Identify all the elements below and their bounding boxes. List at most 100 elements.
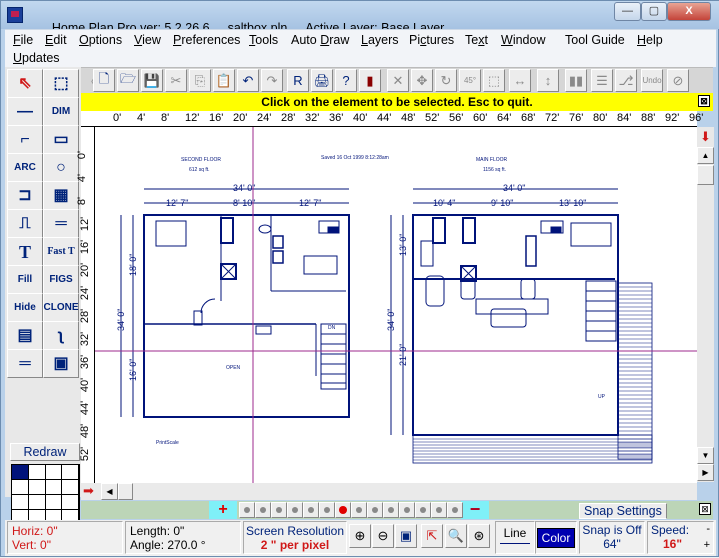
tool-clone-button[interactable]: CLONE xyxy=(43,293,79,322)
help-button[interactable]: ? xyxy=(335,69,357,92)
menu-file[interactable]: File xyxy=(13,33,33,47)
hscroll-thumb[interactable] xyxy=(118,483,133,500)
layer-cell[interactable] xyxy=(45,465,63,480)
snap-settings-button[interactable]: Snap Settings xyxy=(579,503,667,519)
menu-options[interactable]: Options xyxy=(79,33,122,47)
maximize-button[interactable]: ▢ xyxy=(641,2,667,21)
zoom-level-button[interactable] xyxy=(399,502,415,518)
lines-button[interactable]: ☰ xyxy=(591,69,613,92)
tool-circle-button[interactable]: ○ xyxy=(43,153,79,182)
zoom-extent-icon[interactable]: ⊛ xyxy=(468,524,490,548)
zoom-magnify-icon[interactable]: 🔍 xyxy=(445,524,467,548)
tool-picture-button[interactable]: ▤ xyxy=(7,321,43,350)
speed-plus-button[interactable]: + xyxy=(704,538,710,552)
menu-tool-guide[interactable]: Tool Guide xyxy=(565,33,625,47)
rotate-button[interactable]: ↻ xyxy=(435,69,457,92)
tool-window-button[interactable]: ═ xyxy=(43,209,79,238)
zoom-level-button[interactable] xyxy=(271,502,287,518)
redo-button[interactable]: ↷ xyxy=(261,69,283,92)
zoom-level-button[interactable] xyxy=(319,502,335,518)
layer-cell[interactable] xyxy=(28,480,46,495)
undo-button[interactable]: ↶ xyxy=(237,69,259,92)
tool-arc-button[interactable]: ARC xyxy=(7,153,43,182)
tool-rectangle-button[interactable]: ▭ xyxy=(43,125,79,154)
tool-double-rect-button[interactable]: ▣ xyxy=(43,349,79,378)
vertical-scrollbar[interactable]: ⬇ ▲ ▼ ▶ xyxy=(697,127,714,482)
tool-line-button[interactable]: — xyxy=(7,97,43,126)
tool-fill-button[interactable]: Fill xyxy=(7,265,43,294)
menu-tools[interactable]: Tools xyxy=(249,33,278,47)
save-button[interactable]: 💾 xyxy=(141,69,163,92)
zoombar-close-icon[interactable]: ⊠ xyxy=(699,503,711,515)
line-style-button[interactable]: Line xyxy=(495,521,535,554)
layer-cell[interactable] xyxy=(12,480,29,495)
group-button[interactable]: ⎇ xyxy=(615,69,637,92)
horizontal-scrollbar[interactable]: ➡ ◀ xyxy=(81,483,697,500)
zoom-in-icon[interactable]: ⊕ xyxy=(349,524,371,548)
menu-edit[interactable]: Edit xyxy=(45,33,67,47)
zoom-out-minus-button[interactable]: − xyxy=(461,500,489,519)
tool-fast-text-button[interactable]: Fast T xyxy=(43,237,79,266)
zoom-level-button[interactable] xyxy=(415,502,431,518)
delete-button[interactable]: ✕ xyxy=(387,69,409,92)
zoom-level-button[interactable] xyxy=(335,502,351,518)
menu-view[interactable]: View xyxy=(134,33,161,47)
zoom-level-button[interactable] xyxy=(383,502,399,518)
layer-cell[interactable] xyxy=(45,480,63,495)
tool-select-arrow-button[interactable]: ⇖ xyxy=(7,69,43,98)
zoom-level-button[interactable] xyxy=(351,502,367,518)
layer-cell[interactable] xyxy=(12,495,29,510)
flip-horizontal-button[interactable]: ↔ xyxy=(509,69,531,92)
tool-hide-button[interactable]: Hide xyxy=(7,293,43,322)
drawing-canvas[interactable]: SECOND FLOOR 612 sq ft. Saved 16 Oct 199… xyxy=(81,111,697,483)
menu-preferences[interactable]: Preferences xyxy=(173,33,240,47)
zoom-level-button[interactable] xyxy=(239,502,255,518)
menu-help[interactable]: Help xyxy=(637,33,663,47)
layer-cell[interactable] xyxy=(62,465,79,480)
undo-delete-button[interactable]: Undo xyxy=(641,69,663,92)
copy-button[interactable]: ⎘ xyxy=(189,69,211,92)
fill-button[interactable]: ▮▮ xyxy=(565,69,587,92)
resize-button[interactable]: ⬚ xyxy=(483,69,505,92)
no-select-button[interactable]: ⊘ xyxy=(667,69,689,92)
snap-status[interactable]: Snap is Off 64" xyxy=(579,521,645,554)
menu-updates[interactable]: Updates xyxy=(13,51,60,65)
scroll-up-button[interactable]: ▲ xyxy=(697,147,714,164)
color-button[interactable]: Color xyxy=(536,527,576,548)
flip-vertical-button[interactable]: ↕ xyxy=(537,69,559,92)
open-folder-button[interactable]: 🗁 xyxy=(117,69,139,92)
speed-minus-button[interactable]: - xyxy=(706,522,710,536)
move-button[interactable]: ✥ xyxy=(411,69,433,92)
menu-layers[interactable]: Layers xyxy=(361,33,399,47)
layer-cell[interactable] xyxy=(62,480,79,495)
layer-grid[interactable] xyxy=(11,464,80,526)
red-right-arrow-icon[interactable]: ➡ xyxy=(83,483,94,499)
layer-cell[interactable] xyxy=(28,465,46,480)
new-file-button[interactable]: 🗋 xyxy=(93,69,115,92)
close-button[interactable]: X xyxy=(667,2,711,21)
rotate-45-button[interactable]: 45° xyxy=(459,69,481,92)
door-button[interactable]: ▮ xyxy=(359,69,381,92)
tool-room-button[interactable]: ⌐ xyxy=(7,125,43,154)
minimize-button[interactable]: — xyxy=(614,2,641,21)
zoom-level-button[interactable] xyxy=(287,502,303,518)
red-down-arrow-icon[interactable]: ⬇ xyxy=(700,129,711,145)
tool-cabinet-button[interactable]: ▦ xyxy=(43,181,79,210)
menu-text[interactable]: Text xyxy=(465,33,488,47)
menu-pictures[interactable]: Pictures xyxy=(409,33,454,47)
zoom-arrow-icon[interactable]: ⇱ xyxy=(421,524,443,548)
prompt-close-icon[interactable]: ⊠ xyxy=(698,95,710,107)
tool-freehand-button[interactable]: ʅ xyxy=(43,321,79,350)
zoom-level-button[interactable] xyxy=(431,502,447,518)
scroll-right-button[interactable]: ▶ xyxy=(697,464,714,481)
menu-window[interactable]: Window xyxy=(501,33,545,47)
print-button[interactable]: 🖨 xyxy=(311,69,333,92)
redraw-button[interactable]: Redraw xyxy=(10,443,80,461)
tool-double-line-button[interactable]: ═ xyxy=(7,349,43,378)
zoom-in-plus-button[interactable]: + xyxy=(209,501,237,519)
layer-cell[interactable] xyxy=(12,465,29,480)
tool-figs-button[interactable]: FIGS xyxy=(43,265,79,294)
zoom-out-icon[interactable]: ⊖ xyxy=(372,524,394,548)
paste-button[interactable]: 📋 xyxy=(213,69,235,92)
tool-curve-button[interactable]: ⎍ xyxy=(7,209,43,238)
